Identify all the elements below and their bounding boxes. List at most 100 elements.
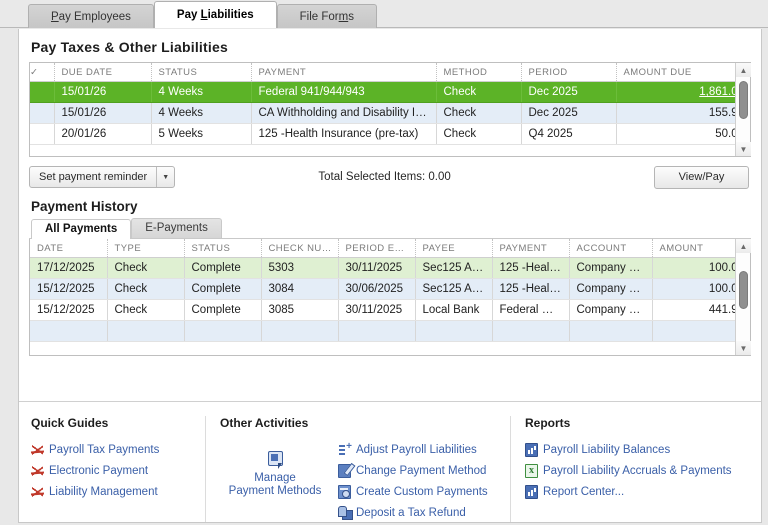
cell-amount-due[interactable]: 1,861.00 — [616, 81, 750, 103]
table-row[interactable]: 15/01/26 4 Weeks CA Withholding and Disa… — [30, 102, 750, 124]
col-payee[interactable]: PAYEE — [415, 239, 493, 258]
scrollbar-thumb[interactable] — [739, 81, 748, 119]
cell-account: Company C... — [569, 257, 653, 279]
bar-chart-icon — [525, 485, 538, 499]
scroll-up-icon[interactable]: ▲ — [736, 63, 751, 77]
scroll-up-icon[interactable]: ▲ — [736, 239, 751, 253]
cell-payment: Federal With... — [492, 299, 570, 321]
tab-mnemonic: m — [338, 11, 349, 23]
row-checkbox[interactable] — [30, 102, 55, 124]
link-create-custom-payments[interactable]: Create Custom Payments — [338, 485, 510, 499]
tab-mnemonic: P — [51, 11, 59, 23]
adjust-icon — [338, 440, 352, 457]
payment-history-tabs: All Payments E-Payments — [29, 218, 751, 240]
col-amount-due[interactable]: AMOUNT DUE — [616, 63, 750, 82]
cell-status: 4 Weeks — [151, 81, 252, 103]
col-check-num[interactable]: CHECK NUM... — [261, 239, 339, 258]
col-period-end[interactable]: PERIOD EN... — [338, 239, 416, 258]
table-row[interactable]: 15/12/2025 Check Complete 3084 30/06/202… — [30, 278, 750, 300]
link-label: Electronic Payment — [49, 465, 149, 477]
cell-type: Check — [107, 257, 185, 279]
excel-icon — [525, 464, 538, 478]
cell-amount-due[interactable]: 155.98 — [616, 102, 750, 124]
cell-date: 15/12/2025 — [30, 299, 108, 321]
liabilities-table: ✓ DUE DATE STATUS PAYMENT METHOD PERIOD … — [30, 63, 750, 145]
view-pay-label: View/Pay — [678, 171, 725, 183]
scroll-down-icon[interactable]: ▼ — [736, 341, 751, 355]
link-label: Payroll Tax Payments — [49, 444, 160, 456]
cell-account: Company C... — [569, 299, 653, 321]
table-row[interactable]: 15/12/2025 Check Complete 3085 30/11/202… — [30, 299, 750, 321]
link-deposit-a-tax-refund[interactable]: Deposit a Tax Refund — [338, 506, 510, 520]
page-title: Pay Taxes & Other Liabilities — [31, 39, 228, 55]
cell-amount-due[interactable]: 50.00 — [616, 123, 750, 145]
tab-pay-liabilities[interactable]: Pay Liabilities — [153, 1, 277, 28]
select-all-checkmark[interactable]: ✓ — [30, 63, 55, 82]
link-liability-management[interactable]: Liability Management — [31, 485, 205, 499]
set-payment-reminder-button[interactable]: Set payment reminder ▼ — [29, 166, 176, 188]
cell-type — [107, 320, 185, 342]
tab-e-payments[interactable]: E-Payments — [131, 218, 222, 238]
manage-label-line2: Payment Methods — [228, 485, 322, 497]
table-row[interactable]: 17/12/2025 Check Complete 5303 30/11/202… — [30, 257, 750, 279]
link-payroll-tax-payments[interactable]: Payroll Tax Payments — [31, 443, 205, 457]
col-type[interactable]: TYPE — [107, 239, 185, 258]
scroll-down-icon[interactable]: ▼ — [736, 142, 751, 156]
cell-due-date: 15/01/26 — [54, 102, 152, 124]
link-electronic-payment[interactable]: Electronic Payment — [31, 464, 205, 478]
col-status[interactable]: STATUS — [184, 239, 262, 258]
deposit-icon — [338, 506, 353, 520]
link-adjust-payroll-liabilities[interactable]: Adjust Payroll Liabilities — [338, 440, 510, 457]
link-label: Liability Management — [49, 486, 158, 498]
tab-mnemonic: L — [200, 9, 208, 21]
liabilities-scrollbar[interactable]: ▲ ▼ — [735, 63, 751, 156]
cell-date: 15/12/2025 — [30, 278, 108, 300]
col-due-date[interactable]: DUE DATE — [54, 63, 152, 82]
cell-status: Complete — [184, 278, 262, 300]
pdf-icon — [31, 464, 44, 478]
link-payroll-liability-balances[interactable]: Payroll Liability Balances — [525, 443, 761, 457]
col-date[interactable]: DATE — [30, 239, 108, 258]
payment-history-grid: DATE TYPE STATUS CHECK NUM... PERIOD EN.… — [29, 239, 751, 356]
table-row[interactable]: 15/01/26 4 Weeks Federal 941/944/943 Che… — [30, 81, 750, 103]
manage-payment-methods-label: Manage Payment Methods — [220, 472, 330, 498]
col-account[interactable]: ACCOUNT — [569, 239, 653, 258]
col-period[interactable]: PERIOD — [521, 63, 617, 82]
col-payment[interactable]: PAYMENT — [492, 239, 570, 258]
cell-payee: Local Bank — [415, 299, 493, 321]
link-report-center[interactable]: Report Center... — [525, 485, 761, 499]
row-checkbox[interactable] — [30, 123, 55, 145]
manage-payment-methods-icon — [267, 451, 283, 469]
tab-pay-employees[interactable]: Pay Employees — [28, 4, 154, 28]
link-label: Adjust Payroll Liabilities — [356, 444, 477, 456]
col-method[interactable]: METHOD — [436, 63, 522, 82]
cell-status: Complete — [184, 257, 262, 279]
view-pay-button[interactable]: View/Pay — [654, 165, 749, 189]
table-row[interactable] — [30, 320, 750, 342]
chevron-down-icon[interactable]: ▼ — [156, 167, 174, 187]
cell-check-num: 5303 — [261, 257, 339, 279]
tab-file-forms[interactable]: File Forms — [276, 4, 377, 28]
payment-history-table: DATE TYPE STATUS CHECK NUM... PERIOD EN.… — [30, 239, 750, 342]
col-status[interactable]: STATUS — [151, 63, 252, 82]
other-activities-heading: Other Activities — [220, 416, 309, 430]
cell-period-end — [338, 320, 416, 342]
manage-payment-methods-button[interactable]: Manage Payment Methods — [220, 451, 330, 498]
cell-account — [569, 320, 653, 342]
tab-pay-liabilities-label-a: Pay — [176, 9, 201, 21]
history-body: 17/12/2025 Check Complete 5303 30/11/202… — [30, 257, 750, 342]
row-checkbox[interactable] — [30, 81, 55, 103]
scrollbar-thumb[interactable] — [739, 271, 748, 309]
table-row[interactable]: 20/01/26 5 Weeks 125 -Health Insurance (… — [30, 123, 750, 145]
pdf-icon — [31, 443, 44, 457]
cell-period-end: 30/11/2025 — [338, 257, 416, 279]
cell-period: Dec 2025 — [521, 102, 617, 124]
cell-payee: Sec125 Adm... — [415, 257, 493, 279]
link-change-payment-method[interactable]: Change Payment Method — [338, 464, 510, 478]
col-payment[interactable]: PAYMENT — [251, 63, 437, 82]
history-scrollbar[interactable]: ▲ ▼ — [735, 239, 751, 355]
cell-payee — [415, 320, 493, 342]
tab-all-payments[interactable]: All Payments — [31, 219, 132, 240]
link-payroll-liability-accruals-payments[interactable]: Payroll Liability Accruals & Payments — [525, 464, 761, 478]
custom-payment-icon — [338, 485, 351, 499]
